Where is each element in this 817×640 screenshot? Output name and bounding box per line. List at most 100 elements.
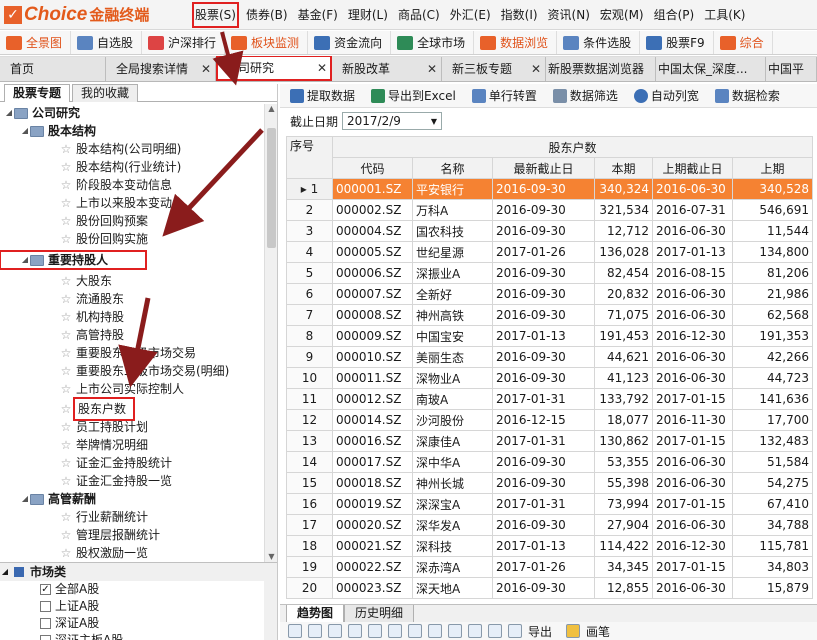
table-cell[interactable]: 2016-09-30 xyxy=(492,304,595,326)
table-row[interactable]: 18 000021.SZ 深科技 2017-01-13 114,422 2016-12-3… xyxy=(286,535,813,557)
table-cell[interactable]: 2016-09-30 xyxy=(492,262,595,284)
table-cell[interactable]: 82,454 xyxy=(594,262,653,284)
tree-node-share-structure[interactable]: ◢ 股本结构 xyxy=(0,122,263,140)
table-cell[interactable]: 191,353 xyxy=(732,325,813,347)
table-row[interactable]: 20 000023.SZ 深天地A 2016-09-30 12,855 2016-06-3… xyxy=(286,577,813,599)
table-cell[interactable]: 000001.SZ xyxy=(332,178,413,200)
table-cell[interactable]: 11,544 xyxy=(732,220,813,242)
table-cell[interactable]: 2016-08-15 xyxy=(652,262,733,284)
tab-my-favorites[interactable]: 我的收藏 xyxy=(72,84,139,102)
row-index[interactable]: 9 xyxy=(286,346,333,368)
row-index[interactable]: 14 xyxy=(286,451,333,473)
table-cell[interactable]: 000004.SZ xyxy=(332,220,413,242)
tree-item[interactable]: ☆ 股本结构(公司明细) xyxy=(0,140,263,158)
table-cell[interactable]: 深康佳A xyxy=(412,430,493,452)
table-cell[interactable]: 15,879 xyxy=(732,577,813,599)
grid-icon[interactable] xyxy=(488,624,502,638)
table-row[interactable]: 3 000004.SZ 国农科技 2016-09-30 12,712 2016-06-30… xyxy=(286,220,813,242)
table-cell[interactable]: 44,621 xyxy=(594,346,653,368)
table-cell[interactable]: 000023.SZ xyxy=(332,577,413,599)
toolbar-data-browse[interactable]: 数据浏览 xyxy=(474,31,558,54)
table-row[interactable]: 16 000019.SZ 深深宝A 2017-01-31 73,994 2017-01-1… xyxy=(286,493,813,515)
table-row[interactable]: 15 000018.SZ 神州长城 2016-09-30 55,398 2016-06-3… xyxy=(286,472,813,494)
tree-node-major-holders[interactable]: ◢ 重要持股人 xyxy=(0,250,147,270)
row-index[interactable]: 10 xyxy=(286,367,333,389)
table-row[interactable]: 8 000009.SZ 中国宝安 2017-01-13 191,453 2016-12-3… xyxy=(286,325,813,347)
table-cell[interactable]: 2016-12-15 xyxy=(492,409,595,431)
table-row[interactable]: 6 000007.SZ 全新好 2016-09-30 20,832 2016-06-30 2… xyxy=(286,283,813,305)
tree-item[interactable]: ☆ 股份回购预案 xyxy=(0,212,263,230)
star-icon[interactable]: ☆ xyxy=(58,140,74,158)
tree-item[interactable]: ☆ 机构持股 xyxy=(0,308,263,326)
table-cell[interactable]: 深天地A xyxy=(412,577,493,599)
tab-neeq-topic[interactable]: 新三板专题 ✕ xyxy=(442,57,546,81)
toolbar-panorama[interactable]: 全景图 xyxy=(0,31,72,54)
tree-node-company-research[interactable]: ◢ 公司研究 xyxy=(0,104,263,122)
header-current[interactable]: 本期 xyxy=(594,157,653,179)
table-row[interactable]: ▸ 1 000001.SZ 平安银行 2016-09-30 340,324 2016-06… xyxy=(286,178,813,200)
table-row[interactable]: 4 000005.SZ 世纪星源 2017-01-26 136,028 2017-01-1… xyxy=(286,241,813,263)
star-icon[interactable]: ☆ xyxy=(58,362,74,380)
table-cell[interactable]: 美丽生态 xyxy=(412,346,493,368)
table-cell[interactable]: 340,528 xyxy=(732,178,813,200)
date-select[interactable]: 2017/2/9 ▼ xyxy=(342,112,443,130)
zoom-icon[interactable] xyxy=(388,624,402,638)
table-cell[interactable]: 114,422 xyxy=(594,535,653,557)
table-cell[interactable]: 53,355 xyxy=(594,451,653,473)
star-icon[interactable]: ☆ xyxy=(58,158,74,176)
table-cell[interactable]: 000002.SZ xyxy=(332,199,413,221)
table-cell[interactable]: 51,584 xyxy=(732,451,813,473)
tree-item[interactable]: ☆ 证金汇金持股统计 xyxy=(0,454,263,472)
table-cell[interactable]: 深振业A xyxy=(412,262,493,284)
table-cell[interactable]: 2016-06-30 xyxy=(652,451,733,473)
auto-column-width-button[interactable]: 自动列宽 xyxy=(624,84,705,108)
table-cell[interactable]: 深赤湾A xyxy=(412,556,493,578)
table-row[interactable]: 19 000022.SZ 深赤湾A 2017-01-26 34,345 2017-01-1… xyxy=(286,556,813,578)
tree-item[interactable]: ☆ 重要股东二级市场交易 xyxy=(0,344,263,362)
row-index[interactable]: 17 xyxy=(286,514,333,536)
row-index[interactable]: 18 xyxy=(286,535,333,557)
table-cell[interactable]: 000005.SZ xyxy=(332,241,413,263)
table-cell[interactable]: 73,994 xyxy=(594,493,653,515)
market-option[interactable]: 深证主板A股 xyxy=(0,632,277,640)
table-cell[interactable]: 000009.SZ xyxy=(332,325,413,347)
expand-icon[interactable]: ◢ xyxy=(4,104,14,122)
header-name[interactable]: 名称 xyxy=(412,157,493,179)
table-cell[interactable]: 深科技 xyxy=(412,535,493,557)
menu-index[interactable]: 指数(I) xyxy=(496,0,543,30)
expand-icon[interactable]: ◢ xyxy=(20,490,30,508)
pen-button[interactable]: 画笔 xyxy=(586,623,610,640)
data-search-button[interactable]: 数据检索 xyxy=(705,84,786,108)
row-index[interactable]: 2 xyxy=(286,199,333,221)
star-icon[interactable]: ☆ xyxy=(58,272,74,290)
close-icon[interactable]: ✕ xyxy=(531,57,541,81)
menu-tools[interactable]: 工具(K) xyxy=(699,0,750,30)
scatter-icon[interactable] xyxy=(348,624,362,638)
table-cell[interactable]: 000007.SZ xyxy=(332,283,413,305)
table-cell[interactable]: 2016-09-30 xyxy=(492,472,595,494)
export-icon[interactable] xyxy=(508,624,522,638)
table-cell[interactable]: 2016-09-30 xyxy=(492,367,595,389)
star-icon[interactable]: ☆ xyxy=(58,436,74,454)
table-cell[interactable]: 000006.SZ xyxy=(332,262,413,284)
table-cell[interactable]: 17,700 xyxy=(732,409,813,431)
row-index[interactable]: 4 xyxy=(286,241,333,263)
toolbar-comprehensive[interactable]: 综合 xyxy=(714,31,773,54)
table-cell[interactable]: 000021.SZ xyxy=(332,535,413,557)
table-cell[interactable]: 2016-12-30 xyxy=(652,325,733,347)
star-icon[interactable]: ☆ xyxy=(58,344,74,362)
header-index[interactable]: 序号 xyxy=(286,136,333,179)
menu-stock[interactable]: 股票(S) xyxy=(190,0,241,30)
table-row[interactable]: 14 000017.SZ 深中华A 2016-09-30 53,355 2016-06-3… xyxy=(286,451,813,473)
toolbar-sector-monitor[interactable]: 板块监测 xyxy=(225,31,309,54)
row-index[interactable]: 8 xyxy=(286,325,333,347)
pen-icon[interactable] xyxy=(566,624,581,638)
export-excel-button[interactable]: 导出到Excel xyxy=(361,84,462,108)
table-cell[interactable]: 000012.SZ xyxy=(332,388,413,410)
table-row[interactable]: 10 000011.SZ 深物业A 2016-09-30 41,123 2016-06-3… xyxy=(286,367,813,389)
table-cell[interactable]: 2016-06-30 xyxy=(652,304,733,326)
table-cell[interactable]: 21,986 xyxy=(732,283,813,305)
table-cell[interactable]: 34,788 xyxy=(732,514,813,536)
table-cell[interactable]: 2017-01-13 xyxy=(652,241,733,263)
header-prev[interactable]: 上期 xyxy=(732,157,813,179)
